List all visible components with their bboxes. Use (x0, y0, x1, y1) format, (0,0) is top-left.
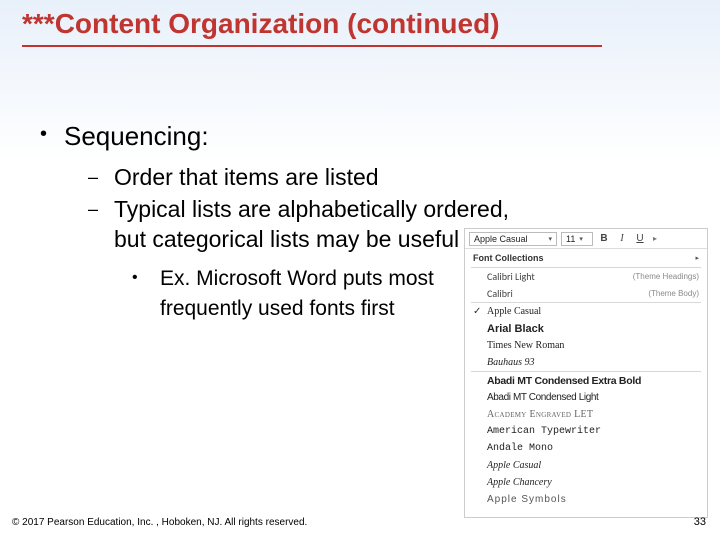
chevron-down-icon: ▾ (579, 235, 583, 243)
font-option[interactable]: Academy Engraved LET (465, 406, 707, 423)
font-toolbar: Apple Casual ▾ 11 ▾ B I U ▸ (465, 229, 707, 249)
bullet-icon: • (40, 120, 64, 152)
font-option[interactable]: Abadi MT Condensed Extra Bold (465, 372, 707, 389)
font-size-select[interactable]: 11 ▾ (561, 232, 593, 246)
font-option-label: Abadi MT Condensed Light (487, 392, 699, 403)
font-option[interactable]: Arial Black (465, 320, 707, 337)
font-option[interactable]: Apple Symbols (465, 491, 707, 508)
bold-button[interactable]: B (597, 232, 611, 246)
page-number: 33 (694, 516, 706, 528)
font-option[interactable]: Apple Chancery (465, 474, 707, 491)
font-option-label: Academy Engraved LET (487, 409, 699, 420)
bullet-text: Order that items are listed (114, 162, 379, 192)
font-option[interactable]: ✓ Apple Casual (465, 303, 707, 320)
font-option-label: Apple Casual (487, 306, 699, 317)
font-option-label: Abadi MT Condensed Extra Bold (487, 375, 699, 387)
font-collections-row[interactable]: Font Collections ▸ (465, 249, 707, 267)
list-item: – Order that items are listed (88, 162, 670, 192)
font-option-label: Calibri Light (487, 270, 633, 283)
font-option-hint: (Theme Headings) (633, 272, 699, 281)
font-option[interactable]: Andale Mono (465, 440, 707, 457)
font-option[interactable]: Apple Casual (465, 457, 707, 474)
font-option-hint: (Theme Body) (648, 289, 699, 298)
font-dropdown-screenshot: Apple Casual ▾ 11 ▾ B I U ▸ Font Collect… (464, 228, 708, 518)
font-option-label: American Typewriter (487, 426, 699, 437)
font-option[interactable]: Calibri Light (Theme Headings) (465, 268, 707, 285)
font-collections-label: Font Collections (473, 253, 544, 263)
font-option[interactable]: Calibri (Theme Body) (465, 285, 707, 302)
title-underline (22, 45, 602, 47)
underline-button[interactable]: U (633, 232, 647, 246)
font-option[interactable]: Abadi MT Condensed Light (465, 389, 707, 406)
font-option-label: Apple Chancery (487, 477, 699, 488)
font-option[interactable]: Bauhaus 93 (465, 354, 707, 371)
chevron-right-icon: ▸ (695, 254, 699, 262)
font-option-label: Bauhaus 93 (487, 357, 699, 368)
slide: ***Content Organization (continued) • Se… (0, 0, 720, 540)
expand-icon[interactable]: ▸ (653, 234, 657, 243)
chevron-down-icon: ▾ (548, 235, 552, 243)
font-option[interactable]: American Typewriter (465, 423, 707, 440)
font-option-label: Andale Mono (487, 443, 699, 454)
bullet-text: Ex. Microsoft Word puts most frequently … (160, 264, 490, 324)
list-item: • Sequencing: (40, 120, 670, 152)
font-name-value: Apple Casual (474, 234, 528, 244)
font-option-label: Apple Casual (487, 460, 699, 471)
font-name-select[interactable]: Apple Casual ▾ (469, 232, 557, 246)
bullet-icon: – (88, 194, 114, 254)
check-icon: ✓ (473, 306, 487, 317)
font-option-label: Times New Roman (487, 340, 699, 351)
slide-title: ***Content Organization (continued) (22, 8, 500, 40)
font-option-label: Apple Symbols (487, 494, 699, 505)
bullet-text: Sequencing: (64, 120, 209, 152)
bullet-icon: – (88, 162, 114, 192)
copyright-footer: © 2017 Pearson Education, Inc. , Hoboken… (12, 517, 307, 528)
font-option[interactable]: Times New Roman (465, 337, 707, 354)
bullet-icon: • (132, 264, 160, 324)
font-option-label: Arial Black (487, 323, 699, 335)
font-size-value: 11 (566, 234, 575, 244)
italic-button[interactable]: I (615, 232, 629, 246)
font-option-label: Calibri (487, 287, 648, 300)
